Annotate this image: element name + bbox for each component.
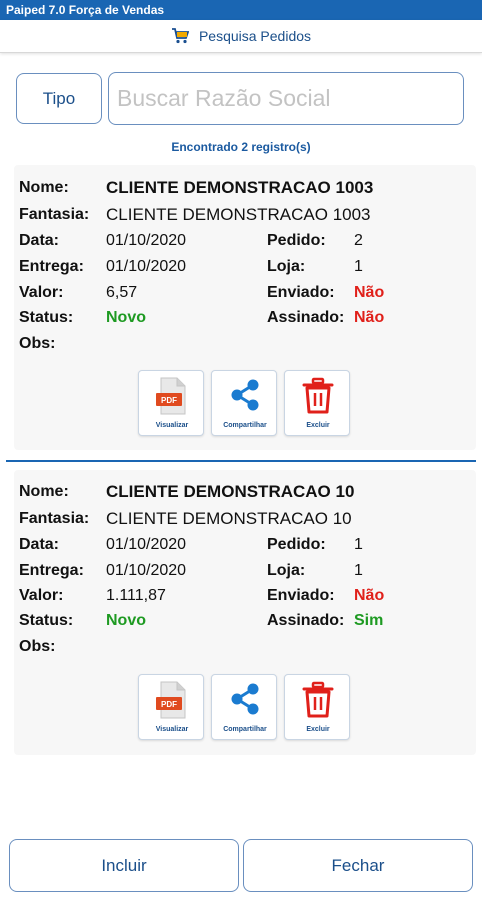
nome-label: Nome: [19, 179, 69, 196]
enviado-value: Não [354, 587, 385, 604]
data-label: Data: [19, 536, 60, 553]
loja-value: 1 [354, 258, 363, 275]
results-count: Encontrado 2 registro(s) [171, 140, 311, 154]
visualizar-button[interactable]: PDF Visualizar [138, 674, 204, 740]
excluir-button[interactable]: Excluir [284, 674, 350, 740]
enviado-label: Enviado: [267, 284, 335, 301]
order-card: Nome: CLIENTE DEMONSTRACAO 10 Fantasia: … [14, 470, 476, 755]
pedido-label: Pedido: [267, 232, 326, 249]
visualizar-label: Visualizar [155, 422, 189, 429]
share-icon [231, 379, 259, 411]
assinado-value: Não [354, 309, 385, 326]
visualizar-label: Visualizar [155, 726, 189, 733]
valor-value: 1.111,87 [106, 587, 166, 604]
loja-label: Loja: [267, 258, 306, 275]
obs-label: Obs: [19, 335, 56, 352]
data-value: 01/10/2020 [106, 232, 187, 249]
compartilhar-label: Compartilhar [223, 422, 267, 429]
excluir-label: Excluir [306, 726, 330, 733]
order-card: Nome: CLIENTE DEMONSTRACAO 1003 Fantasia… [14, 165, 476, 450]
pdf-icon-tag: PDF [161, 700, 177, 709]
incluir-button[interactable]: Incluir [9, 839, 239, 892]
enviado-value: Não [354, 284, 385, 301]
data-value: 01/10/2020 [106, 536, 187, 553]
app-title-bar: Paiped 7.0 Força de Vendas [0, 0, 482, 20]
valor-label: Valor: [19, 284, 64, 301]
trash-icon [302, 377, 334, 414]
loja-value: 1 [354, 562, 363, 579]
pdf-icon: PDF [156, 377, 186, 415]
obs-label: Obs: [19, 638, 56, 655]
card-divider [6, 460, 476, 462]
pdf-icon-tag: PDF [161, 396, 177, 405]
status-label: Status: [19, 309, 74, 326]
nome-value: CLIENTE DEMONSTRACAO 1003 [106, 178, 374, 197]
pedido-label: Pedido: [267, 536, 326, 553]
fechar-button[interactable]: Fechar [243, 839, 473, 892]
nome-value: CLIENTE DEMONSTRACAO 10 [106, 482, 355, 501]
data-label: Data: [19, 232, 60, 249]
status-label: Status: [19, 612, 74, 629]
trash-icon [302, 681, 334, 718]
fantasia-value: CLIENTE DEMONSTRACAO 1003 [106, 205, 371, 224]
excluir-label: Excluir [306, 422, 330, 429]
enviado-label: Enviado: [267, 587, 335, 604]
tipo-button[interactable]: Tipo [16, 73, 102, 124]
entrega-value: 01/10/2020 [106, 562, 187, 579]
pedido-value: 2 [354, 232, 363, 249]
pedido-value: 1 [354, 536, 363, 553]
page-title: Pesquisa Pedidos [198, 28, 312, 44]
assinado-label: Assinado: [267, 309, 345, 326]
compartilhar-label: Compartilhar [223, 726, 267, 733]
nome-label: Nome: [19, 483, 69, 500]
assinado-value: Sim [354, 612, 384, 629]
compartilhar-button[interactable]: Compartilhar [211, 370, 277, 436]
entrega-label: Entrega: [19, 562, 84, 579]
cart-icon [171, 27, 190, 45]
fantasia-value: CLIENTE DEMONSTRACAO 10 [106, 509, 352, 528]
app-title: Paiped 7.0 Força de Vendas [6, 3, 165, 17]
entrega-label: Entrega: [19, 258, 84, 275]
assinado-label: Assinado: [267, 612, 345, 629]
status-value: Novo [106, 612, 146, 629]
fantasia-label: Fantasia: [19, 510, 90, 527]
share-icon [231, 683, 259, 715]
compartilhar-button[interactable]: Compartilhar [211, 674, 277, 740]
status-value: Novo [106, 309, 146, 326]
entrega-value: 01/10/2020 [106, 258, 187, 275]
valor-value: 6,57 [106, 284, 138, 301]
visualizar-button[interactable]: PDF Visualizar [138, 370, 204, 436]
loja-label: Loja: [267, 562, 306, 579]
page-header: Pesquisa Pedidos [0, 20, 482, 53]
excluir-button[interactable]: Excluir [284, 370, 350, 436]
pdf-icon: PDF [156, 681, 186, 719]
search-input[interactable] [108, 72, 464, 125]
valor-label: Valor: [19, 587, 64, 604]
fantasia-label: Fantasia: [19, 206, 90, 223]
